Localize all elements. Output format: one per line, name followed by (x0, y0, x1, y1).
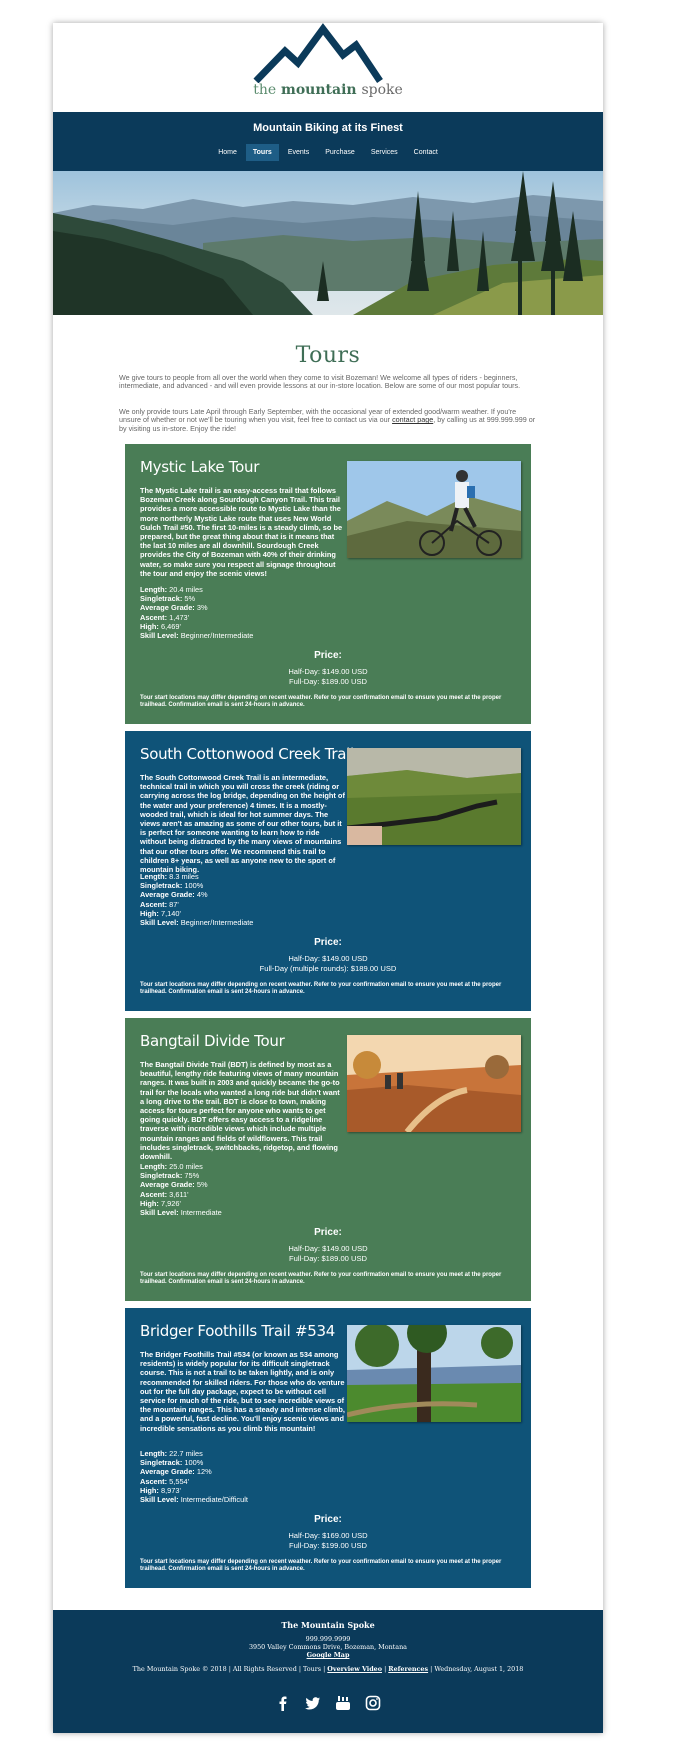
footer-map: Google Map (53, 1651, 603, 1659)
tour-note: Tour start locations may differ dependin… (140, 1272, 502, 1286)
page-title: Tours (295, 342, 361, 368)
youtube-icon[interactable] (335, 1695, 351, 1711)
intro-paragraph-2: We only provide tours Late April through… (119, 407, 536, 433)
tour-description: The Mystic Lake trail is an easy-access … (140, 486, 343, 578)
tour-stats: Length: 25.0 miles Singletrack: 75% Aver… (140, 1162, 222, 1218)
footer-copyright-line: The Mountain Spoke © 2018 | All Rights R… (132, 1665, 524, 1673)
tour-note: Tour start locations may differ dependin… (140, 695, 502, 709)
overview-video-link[interactable]: Overview Video (327, 1665, 382, 1673)
footer-title: The Mountain Spoke (281, 1620, 375, 1630)
tour-stats: Length: 8.3 miles Singletrack: 100% Aver… (140, 872, 254, 928)
price-half-day: Half-Day: $149.00 USD (288, 667, 368, 676)
tour-title: Mystic Lake Tour (140, 458, 260, 476)
google-map-link[interactable]: Google Map (307, 1651, 350, 1659)
tour-title: Bridger Foothills Trail #534 (140, 1322, 335, 1340)
price-heading: Price: (314, 1514, 342, 1525)
price-full-day: Full-Day: $189.00 USD (288, 677, 368, 686)
tour-title: Bangtail Divide Tour (140, 1032, 285, 1050)
price-half-day: Half-Day: $149.00 USD (288, 954, 368, 963)
main-nav: Home Tours Events Purchase Services Cont… (53, 144, 603, 161)
tour-description: The Bridger Foothills Trail #534 (or kno… (140, 1350, 345, 1433)
tour-description: The Bangtail Divide Trail (BDT) is defin… (140, 1060, 340, 1162)
twitter-icon[interactable] (305, 1695, 321, 1711)
tour-note: Tour start locations may differ dependin… (140, 1559, 502, 1573)
tour-card-bangtail-divide: Bangtail Divide Tour The Bangtail Divide… (125, 1018, 531, 1301)
site-header: Mountain Biking at its Finest Home Tours… (53, 112, 603, 171)
hero-image (53, 171, 603, 315)
logo-wordmark: the mountain spoke (253, 82, 403, 98)
tour-card-bridger-foothills: Bridger Foothills Trail #534 The Bridger… (125, 1308, 531, 1588)
price-half-day: Half-Day: $149.00 USD (288, 1244, 368, 1253)
price-full-day: Full-Day: $189.00 USD (288, 1254, 368, 1263)
tagline: Mountain Biking at its Finest (253, 122, 403, 134)
footer-phone: 999.999.9999 (305, 1635, 351, 1643)
references-link[interactable]: References (388, 1665, 428, 1673)
price-full-day: Full-Day: $199.00 USD (288, 1541, 368, 1550)
page: the mountain spoke Mountain Biking at it… (53, 23, 603, 1733)
logo[interactable]: the mountain spoke (53, 23, 603, 112)
footer-address: 3950 Valley Commons Drive, Bozeman, Mont… (248, 1643, 407, 1651)
tour-title: South Cottonwood Creek Trail (140, 745, 354, 763)
facebook-icon[interactable] (275, 1695, 291, 1711)
price-heading: Price: (314, 937, 342, 948)
nav-tours[interactable]: Tours (245, 144, 279, 161)
tour-card-south-cottonwood: South Cottonwood Creek Trail The South C… (125, 731, 531, 1011)
contact-page-link[interactable]: contact page (392, 415, 433, 424)
mountain-logo-icon (253, 23, 383, 83)
tour-card-mystic-lake: Mystic Lake Tour The Mystic Lake trail i… (125, 444, 531, 724)
price-half-day: Half-Day: $169.00 USD (288, 1531, 368, 1540)
tour-stats: Length: 22.7 miles Singletrack: 100% Ave… (140, 1449, 248, 1505)
instagram-icon[interactable] (365, 1695, 381, 1711)
social-links (53, 1695, 603, 1711)
tour-note: Tour start locations may differ dependin… (140, 982, 502, 996)
intro-paragraph-1: We give tours to people from all over th… (119, 373, 521, 391)
price-heading: Price: (314, 1227, 342, 1238)
tour-description: The South Cottonwood Creek Trail is an i… (140, 773, 345, 875)
nav-events[interactable]: Events (281, 144, 316, 161)
nav-purchase[interactable]: Purchase (318, 144, 362, 161)
price-full-day: Full-Day (multiple rounds): $189.00 USD (259, 964, 397, 973)
site-footer: The Mountain Spoke 999.999.9999 3950 Val… (53, 1610, 603, 1733)
nav-contact[interactable]: Contact (407, 144, 445, 161)
tour-photo (347, 748, 521, 845)
price-heading: Price: (314, 650, 342, 661)
nav-services[interactable]: Services (364, 144, 405, 161)
tour-stats: Length: 20.4 miles Singletrack: 5% Avera… (140, 585, 254, 641)
nav-home[interactable]: Home (211, 144, 244, 161)
tour-photo (347, 1325, 521, 1422)
tour-photo (347, 1035, 521, 1132)
tour-photo (347, 461, 521, 558)
